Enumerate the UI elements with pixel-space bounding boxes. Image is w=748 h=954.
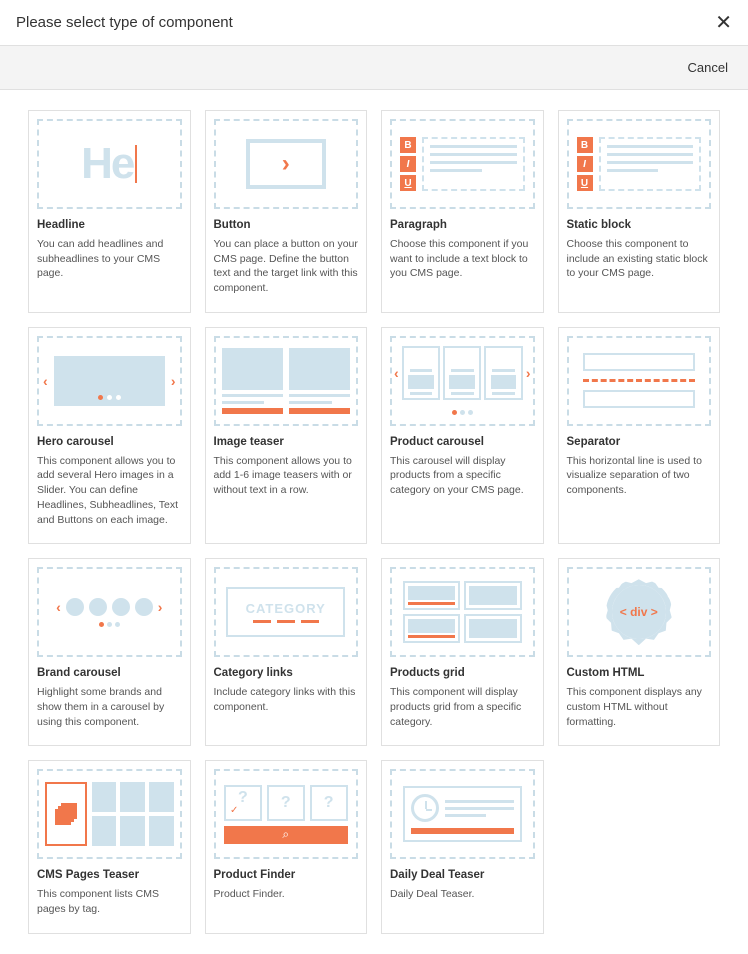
component-card-hero-carousel[interactable]: ‹ › Hero carousel This component allows …: [28, 327, 191, 544]
card-title: Image teaser: [214, 436, 359, 448]
card-desc: Highlight some brands and show them in a…: [37, 685, 182, 729]
products-grid-illustration: [390, 567, 535, 657]
static-block-illustration: B I U: [567, 119, 712, 209]
component-card-separator[interactable]: Separator This horizontal line is used t…: [558, 327, 721, 544]
card-desc: This component allows you to add 1-6 ima…: [214, 454, 359, 498]
card-title: Product carousel: [390, 436, 535, 448]
card-title: CMS Pages Teaser: [37, 869, 182, 881]
separator-illustration: [567, 336, 712, 426]
card-desc: This component displays any custom HTML …: [567, 685, 712, 729]
clock-icon: [411, 794, 439, 822]
chevron-right-icon: ›: [282, 150, 290, 178]
paragraph-illustration: B I U: [390, 119, 535, 209]
headline-illustration: He: [37, 119, 182, 209]
card-desc: This horizontal line is used to visualiz…: [567, 454, 712, 498]
card-title: Daily Deal Teaser: [390, 869, 535, 881]
component-card-category-links[interactable]: CATEGORY Category links Include category…: [205, 558, 368, 746]
card-title: Static block: [567, 219, 712, 231]
category-links-illustration: CATEGORY: [214, 567, 359, 657]
chevron-right-icon: ›: [158, 599, 163, 615]
component-card-button[interactable]: › Button You can place a button on your …: [205, 110, 368, 313]
component-card-daily-deal-teaser[interactable]: Daily Deal Teaser Daily Deal Teaser.: [381, 760, 544, 933]
custom-html-illustration: < div >: [567, 567, 712, 657]
daily-deal-teaser-illustration: [390, 769, 535, 859]
action-bar: Cancel: [0, 46, 748, 90]
card-desc: Product Finder.: [214, 887, 359, 902]
component-card-cms-pages-teaser[interactable]: CMS Pages Teaser This component lists CM…: [28, 760, 191, 933]
button-illustration: ›: [214, 119, 359, 209]
card-title: Product Finder: [214, 869, 359, 881]
hero-carousel-illustration: ‹ ›: [37, 336, 182, 426]
chevron-right-icon: ›: [526, 365, 531, 381]
cms-pages-teaser-illustration: [37, 769, 182, 859]
brand-carousel-illustration: ‹ ›: [37, 567, 182, 657]
stack-icon: [55, 803, 77, 825]
component-card-brand-carousel[interactable]: ‹ › Brand carousel Highlight some brands…: [28, 558, 191, 746]
card-title: Paragraph: [390, 219, 535, 231]
card-title: Separator: [567, 436, 712, 448]
card-desc: You can place a button on your CMS page.…: [214, 237, 359, 296]
card-desc: This component allows you to add several…: [37, 454, 182, 527]
product-carousel-illustration: ‹ ›: [390, 336, 535, 426]
close-button[interactable]: ✕: [715, 10, 732, 35]
card-desc: Daily Deal Teaser.: [390, 887, 535, 902]
component-card-product-carousel[interactable]: ‹ › Product carousel This carousel will …: [381, 327, 544, 544]
chevron-left-icon: ‹: [56, 599, 61, 615]
card-desc: Choose this component if you want to inc…: [390, 237, 535, 281]
product-finder-illustration: ?✓ ? ? ⌕: [214, 769, 359, 859]
card-desc: Include category links with this compone…: [214, 685, 359, 714]
dialog-title: Please select type of component: [16, 14, 233, 31]
card-desc: You can add headlines and subheadlines t…: [37, 237, 182, 281]
card-title: Category links: [214, 667, 359, 679]
search-icon: ⌕: [224, 826, 348, 844]
card-title: Hero carousel: [37, 436, 182, 448]
component-card-products-grid[interactable]: Products grid This component will displa…: [381, 558, 544, 746]
card-title: Custom HTML: [567, 667, 712, 679]
card-desc: This carousel will display products from…: [390, 454, 535, 498]
card-title: Button: [214, 219, 359, 231]
close-icon: ✕: [715, 12, 732, 34]
card-desc: This component lists CMS pages by tag.: [37, 887, 182, 916]
cursor-icon: [135, 145, 137, 183]
cancel-button[interactable]: Cancel: [688, 60, 728, 75]
component-card-product-finder[interactable]: ?✓ ? ? ⌕ Product Finder Product Finder.: [205, 760, 368, 933]
component-card-paragraph[interactable]: B I U Paragraph Choose this component if…: [381, 110, 544, 313]
component-card-image-teaser[interactable]: Image teaser This component allows you t…: [205, 327, 368, 544]
chevron-left-icon: ‹: [43, 373, 48, 389]
card-title: Headline: [37, 219, 182, 231]
chevron-right-icon: ›: [171, 373, 176, 389]
chevron-left-icon: ‹: [394, 365, 399, 381]
card-desc: This component will display products gri…: [390, 685, 535, 729]
card-desc: Choose this component to include an exis…: [567, 237, 712, 281]
component-card-custom-html[interactable]: < div > Custom HTML This component displ…: [558, 558, 721, 746]
component-card-headline[interactable]: He Headline You can add headlines and su…: [28, 110, 191, 313]
card-title: Brand carousel: [37, 667, 182, 679]
component-card-static-block[interactable]: B I U Static block Choose this component…: [558, 110, 721, 313]
image-teaser-illustration: [214, 336, 359, 426]
dialog-header: Please select type of component ✕: [0, 0, 748, 46]
card-title: Products grid: [390, 667, 535, 679]
component-grid: He Headline You can add headlines and su…: [0, 90, 748, 954]
